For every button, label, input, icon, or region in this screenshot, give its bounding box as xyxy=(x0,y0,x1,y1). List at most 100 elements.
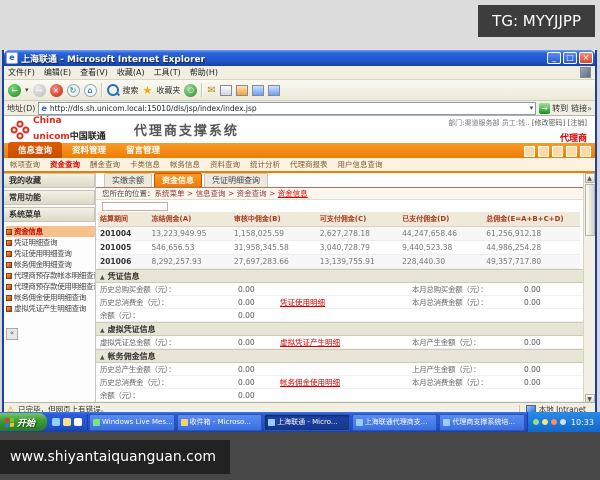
tab-funds-info[interactable]: 资金信息 xyxy=(154,173,202,187)
links-label[interactable]: 链接 xyxy=(571,103,592,114)
sidebar-section-system-menu[interactable]: 系统菜单 xyxy=(4,207,95,222)
virtual-voucher-detail-link[interactable]: 虚拟凭证产生明细 xyxy=(280,337,412,348)
menu-file[interactable]: 文件(F) xyxy=(8,67,35,78)
filter-box[interactable] xyxy=(102,202,168,211)
sidebar-item[interactable]: 帐务佣金使用明细查询 xyxy=(6,292,95,303)
scroll-up-icon[interactable] xyxy=(585,173,595,183)
scrollbar-thumb[interactable] xyxy=(585,184,595,236)
logout-link[interactable]: [注销] xyxy=(568,119,587,127)
minimize-button[interactable] xyxy=(547,52,561,64)
sidebar-collapse-button[interactable] xyxy=(6,328,18,340)
menu-tools[interactable]: 工具(T) xyxy=(154,67,181,78)
section-header-virtual-voucher[interactable]: 虚拟凭证信息 xyxy=(96,322,583,336)
menu-edit[interactable]: 编辑(E) xyxy=(44,67,71,78)
search-label[interactable]: 搜索 xyxy=(123,85,139,96)
back-button[interactable] xyxy=(8,84,21,97)
subnav-item[interactable]: 用户信息查询 xyxy=(338,159,383,170)
messenger-icon[interactable] xyxy=(252,85,264,96)
nav-tab-message-mgmt[interactable]: 留言管理 xyxy=(116,142,170,158)
sidebar-item[interactable]: 凭证明细查询 xyxy=(6,237,95,248)
ie-icon xyxy=(356,419,363,426)
subnav-item-funds-query[interactable]: 资金查询 xyxy=(50,159,80,170)
home-button[interactable] xyxy=(84,84,97,97)
taskbar-button-inbox[interactable]: 收件箱 - Microso... xyxy=(177,414,263,431)
tab-paid-balance[interactable]: 实缴余额 xyxy=(104,173,152,187)
forward-button[interactable] xyxy=(33,84,46,97)
refresh-button[interactable] xyxy=(67,84,80,97)
nav-tab-data-mgmt[interactable]: 资料管理 xyxy=(62,142,116,158)
portal-icon[interactable] xyxy=(566,146,577,157)
portal-icon[interactable] xyxy=(538,146,549,157)
favorites-icon[interactable] xyxy=(143,84,153,97)
subnav-item[interactable]: 酬金查询 xyxy=(90,159,120,170)
go-button[interactable]: 转到 xyxy=(539,103,568,114)
quick-launch-icon[interactable] xyxy=(74,418,82,426)
subnav-item[interactable]: 卡类信息 xyxy=(130,159,160,170)
section-row: 余额（元）： 0.00 xyxy=(96,309,583,322)
search-icon[interactable] xyxy=(107,84,119,96)
nav-tab-info-query[interactable]: 信息查询 xyxy=(8,142,62,158)
breadcrumb-item-current[interactable]: 资金信息 xyxy=(278,188,308,199)
tray-icon[interactable] xyxy=(551,419,557,425)
scroll-down-icon[interactable] xyxy=(585,394,595,402)
tray-icon[interactable] xyxy=(542,419,548,425)
quick-launch-desktop-icon[interactable] xyxy=(63,418,71,426)
taskbar-button-ie[interactable]: 代理商支撑系统培... xyxy=(439,414,525,431)
breadcrumb-item[interactable]: 资金查询 xyxy=(237,188,278,199)
user-info: 部门:渠道服务部 员工:钱.. [修改密码] [注销] xyxy=(448,118,587,128)
stop-button[interactable] xyxy=(50,84,63,97)
address-input[interactable]: e http://dls.sh.unicom.local:15010/dls/j… xyxy=(38,102,536,115)
sidebar-item[interactable]: 代理商预存款帐本明细查询 xyxy=(6,270,95,281)
breadcrumb-item[interactable]: 系统菜单 xyxy=(155,188,196,199)
portal-icon[interactable] xyxy=(524,146,535,157)
tab-voucher-detail[interactable]: 凭证明细查询 xyxy=(204,173,268,187)
sidebar-item[interactable]: 代理商预存款使用明细查询 xyxy=(6,281,95,292)
menu-favorites[interactable]: 收藏(A) xyxy=(117,67,145,78)
taskbar-button-ie-active[interactable]: 上海联通 - Micro... xyxy=(264,414,350,431)
breadcrumb-item[interactable]: 信息查询 xyxy=(196,188,237,199)
subnav-item[interactable]: 资料查询 xyxy=(210,159,240,170)
section-row: 历史总购买金额（元）： 0.00 本月总购买金额（元）： 0.00 xyxy=(96,283,583,296)
print-icon[interactable] xyxy=(220,85,232,96)
sidebar-item[interactable]: 凭证使用明细查询 xyxy=(6,248,95,259)
sidebar-item[interactable]: 虚拟凭证产生明细查询 xyxy=(6,303,95,314)
subnav-item[interactable]: 代理商报表 xyxy=(290,159,328,170)
back-dropdown-icon[interactable] xyxy=(25,86,29,94)
discuss-icon[interactable] xyxy=(268,85,280,96)
sidebar-section-common[interactable]: 常用功能 xyxy=(4,190,95,205)
menu-view[interactable]: 查看(V) xyxy=(80,67,108,78)
maximize-button[interactable] xyxy=(563,52,577,64)
favorites-label[interactable]: 收藏夹 xyxy=(156,85,180,96)
mail-icon[interactable] xyxy=(207,85,215,96)
subnav-item[interactable]: 帐项查询 xyxy=(10,159,40,170)
nav-window-icons xyxy=(524,146,591,157)
title-bar[interactable]: e 上海联通 - Microsoft Internet Explorer xyxy=(4,50,595,66)
voucher-usage-detail-link[interactable]: 凭证使用明细 xyxy=(280,297,412,308)
subnav-item[interactable]: 帐务信息 xyxy=(170,159,200,170)
change-password-link[interactable]: [修改密码] xyxy=(532,119,565,127)
section-row: 虚拟凭证总金额（元）： 0.00 虚拟凭证产生明细 本月产生金额（元）： 0.0… xyxy=(96,336,583,349)
start-button[interactable]: 开始 xyxy=(0,413,47,431)
close-button[interactable] xyxy=(579,52,593,64)
taskbar-button-ie[interactable]: 上海联通代理商支... xyxy=(352,414,438,431)
section-row: 历史总产生金额（元）： 0.00 上月产生金额（元）： 0.00 xyxy=(96,363,583,376)
subnav-item[interactable]: 统计分析 xyxy=(250,159,280,170)
section-header-account-commission[interactable]: 帐务佣金信息 xyxy=(96,349,583,363)
commission-usage-detail-link[interactable]: 帐务佣金使用明细 xyxy=(280,377,412,388)
portal-icon[interactable] xyxy=(552,146,563,157)
sidebar-item-funds-info[interactable]: 资金信息 xyxy=(6,226,95,237)
address-url: http://dls.sh.unicom.local:15010/dls/jsp… xyxy=(50,104,257,113)
portal-icon[interactable] xyxy=(580,146,591,157)
page-scrollbar[interactable] xyxy=(583,173,595,402)
sidebar-section-favorites[interactable]: 我的收藏 xyxy=(4,173,95,188)
address-dropdown-icon[interactable] xyxy=(530,104,534,112)
section-header-voucher[interactable]: 凭证信息 xyxy=(96,269,583,283)
quick-launch-ie-icon[interactable] xyxy=(52,418,60,426)
menu-help[interactable]: 帮助(H) xyxy=(190,67,218,78)
history-icon[interactable] xyxy=(184,84,197,97)
tray-icon[interactable] xyxy=(533,419,539,425)
tray-icon[interactable] xyxy=(560,419,566,425)
sidebar-item[interactable]: 帐务佣金明细查询 xyxy=(6,259,95,270)
edit-icon[interactable] xyxy=(236,85,248,96)
taskbar-button-messenger[interactable]: Windows Live Mes... xyxy=(89,414,175,431)
